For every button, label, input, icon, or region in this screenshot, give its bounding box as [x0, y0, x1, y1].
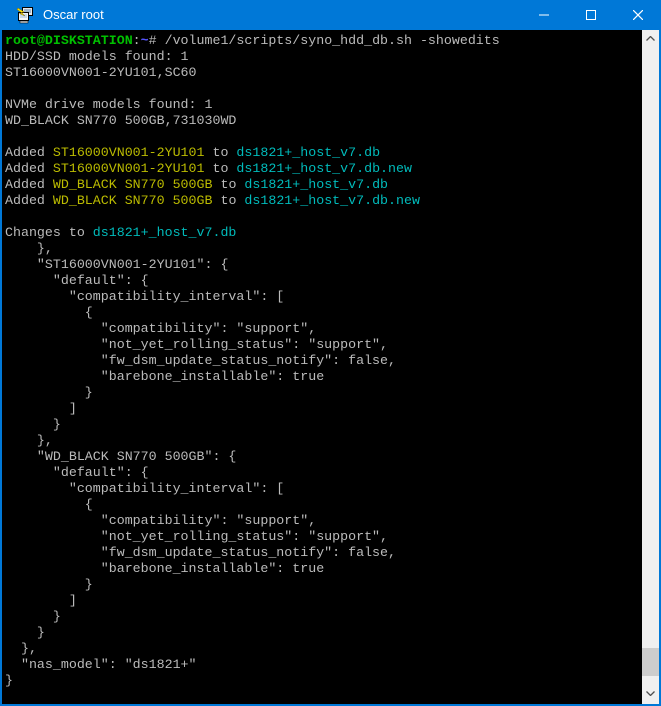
- terminal-line: },: [5, 641, 642, 657]
- terminal-line: Changes to ds1821+_host_v7.db: [5, 225, 642, 241]
- titlebar[interactable]: Oscar root: [0, 0, 661, 30]
- scroll-down-button[interactable]: [642, 685, 659, 702]
- terminal-line: "not_yet_rolling_status": "support",: [5, 337, 642, 353]
- terminal-line: HDD/SSD models found: 1: [5, 49, 642, 65]
- terminal-line: {: [5, 305, 642, 321]
- window-title: Oscar root: [43, 0, 520, 30]
- terminal-line: },: [5, 241, 642, 257]
- terminal-line: "default": {: [5, 465, 642, 481]
- terminal-line: [5, 209, 642, 225]
- terminal-line: WD_BLACK SN770 500GB,731030WD: [5, 113, 642, 129]
- putty-icon[interactable]: [16, 6, 34, 24]
- terminal-line: }: [5, 673, 642, 689]
- caption-buttons: [520, 0, 661, 30]
- terminal-line: "ST16000VN001-2YU101": {: [5, 257, 642, 273]
- maximize-button[interactable]: [567, 0, 614, 30]
- terminal-line: {: [5, 497, 642, 513]
- close-button[interactable]: [614, 0, 661, 30]
- window-frame: Oscar root root@DISKSTATION:~# /volume1/…: [0, 0, 661, 706]
- scrollbar-thumb[interactable]: [642, 648, 659, 676]
- terminal-line: "fw_dsm_update_status_notify": false,: [5, 353, 642, 369]
- terminal-line: }: [5, 609, 642, 625]
- terminal-line: "barebone_installable": true: [5, 561, 642, 577]
- terminal-line: NVMe drive models found: 1: [5, 97, 642, 113]
- terminal-line: ]: [5, 593, 642, 609]
- maximize-icon: [586, 10, 596, 20]
- terminal-line: "not_yet_rolling_status": "support",: [5, 529, 642, 545]
- chevron-up-icon: [646, 36, 655, 41]
- terminal-line: Added ST16000VN001-2YU101 to ds1821+_hos…: [5, 161, 642, 177]
- terminal-line: "compatibility": "support",: [5, 513, 642, 529]
- terminal-line: "default": {: [5, 273, 642, 289]
- terminal-line: "nas_model": "ds1821+": [5, 657, 642, 673]
- scrollbar[interactable]: [642, 30, 659, 704]
- terminal-output[interactable]: root@DISKSTATION:~# /volume1/scripts/syn…: [2, 30, 642, 704]
- terminal-line: "compatibility_interval": [: [5, 481, 642, 497]
- terminal-line: "fw_dsm_update_status_notify": false,: [5, 545, 642, 561]
- terminal-line: [5, 81, 642, 97]
- terminal-line: ]: [5, 401, 642, 417]
- terminal-line: }: [5, 417, 642, 433]
- terminal-line: Added WD_BLACK SN770 500GB to ds1821+_ho…: [5, 193, 642, 209]
- terminal-line: root@DISKSTATION:~# /volume1/scripts/syn…: [5, 33, 642, 49]
- minimize-button[interactable]: [520, 0, 567, 30]
- terminal-line: Added WD_BLACK SN770 500GB to ds1821+_ho…: [5, 177, 642, 193]
- terminal-line: }: [5, 625, 642, 641]
- close-icon: [633, 10, 643, 20]
- terminal-line: },: [5, 433, 642, 449]
- terminal-line: }: [5, 577, 642, 593]
- chevron-down-icon: [646, 691, 655, 696]
- terminal-line: }: [5, 385, 642, 401]
- terminal-line: "compatibility": "support",: [5, 321, 642, 337]
- terminal-line: ST16000VN001-2YU101,SC60: [5, 65, 642, 81]
- terminal-line: "compatibility_interval": [: [5, 289, 642, 305]
- scroll-up-button[interactable]: [642, 30, 659, 47]
- terminal-line: Added ST16000VN001-2YU101 to ds1821+_hos…: [5, 145, 642, 161]
- minimize-icon: [539, 10, 549, 20]
- terminal-line: [5, 129, 642, 145]
- terminal-line: "WD_BLACK SN770 500GB": {: [5, 449, 642, 465]
- terminal-line: "barebone_installable": true: [5, 369, 642, 385]
